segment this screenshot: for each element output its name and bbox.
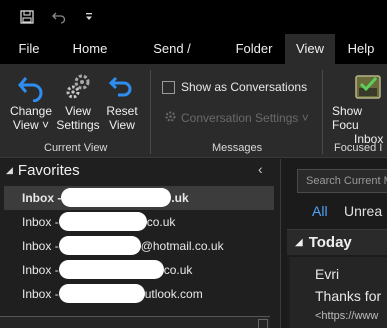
folder-suffix: co.uk [146,215,176,229]
redacted-email [58,212,147,232]
folder-suffix: .uk [171,191,189,205]
reset-view-label: Reset [106,104,138,118]
change-view-button[interactable]: Change View ˅ [6,70,56,132]
folder-inbox-1[interactable]: Inbox - .uk [4,186,274,210]
tab-home[interactable]: Home [64,34,116,64]
folder-suffix: @hotmail.co.uk [140,239,224,253]
favorites-label: Favorites [17,162,80,179]
redacted-email [58,236,141,256]
show-as-conversations-label: Show as Conversations [181,80,308,94]
group-divider [322,70,323,154]
redacted-email [58,260,164,280]
change-view-label-2: View ˅ [12,118,50,132]
conversation-settings-label: Conversation Settings ˅ [181,111,309,125]
tab-folder[interactable]: Folder [228,34,280,64]
checkbox-box[interactable] [162,80,175,94]
filter-all-tab[interactable]: All [312,203,328,219]
collapse-pane-icon[interactable]: ‹ [258,161,263,177]
undo-icon[interactable] [48,6,70,28]
show-focused-inbox-label: Show Focu [332,104,363,132]
folder-suffix: utlook.com [144,287,203,301]
folder-inbox-4[interactable]: Inbox - co.uk [4,258,274,282]
change-view-label: Change [9,104,53,118]
folder-pane-footer [0,316,270,328]
folder-inbox-3[interactable]: Inbox - @hotmail.co.uk [4,234,274,258]
view-settings-button[interactable]: View Settings [54,70,102,132]
redacted-email [58,284,145,304]
folder-prefix: Inbox - [22,191,62,205]
view-settings-label-2: Settings [56,118,100,132]
conversation-settings-icon [164,110,177,126]
customize-quick-access-icon[interactable] [78,6,100,28]
folder-prefix: Inbox - [22,263,59,277]
save-icon[interactable] [16,6,38,28]
folder-inbox-5[interactable]: Inbox - utlook.com [4,282,274,306]
gears-icon [54,70,102,104]
footer-toggle[interactable] [258,319,268,328]
redacted-email [61,188,172,208]
show-as-conversations-checkbox[interactable]: Show as Conversations [162,80,307,94]
message-preview: <https://www [315,310,379,322]
favorites-header[interactable]: ◢ Favorites [6,162,80,179]
focused-inbox-group-label: Focused I [334,142,383,154]
tab-help[interactable]: Help [340,34,382,64]
title-bar [0,0,387,34]
folder-suffix: co.uk [163,263,193,277]
message-subject: Thanks for [315,288,382,304]
folder-prefix: Inbox - [22,239,59,253]
tab-send-receive[interactable]: Send / Receive [128,34,216,86]
conversation-settings-button[interactable]: Conversation Settings ˅ [164,110,309,126]
reset-view-icon [102,70,142,104]
ribbon: Change View ˅ View Settings Reset View C… [0,64,387,158]
mail-list-pane: Search Current M All Unrea ◢ Today Evri … [281,159,387,328]
reset-view-button[interactable]: Reset View [102,70,142,132]
collapse-triangle-icon: ◢ [295,236,303,248]
collapse-triangle-icon: ◢ [6,165,13,175]
folder-inbox-2[interactable]: Inbox - co.uk [4,210,274,234]
message-sender: Evri [315,266,340,282]
messages-group-label: Messages [212,142,263,154]
view-settings-label: View [65,104,91,118]
tab-view[interactable]: View [285,34,335,64]
message-item[interactable]: Evri Thanks for <https://www [287,257,387,328]
search-input[interactable]: Search Current M [297,169,387,193]
focused-inbox-icon [330,70,387,104]
ribbon-tabs: File Home Send / Receive Folder View Hel… [0,34,387,86]
change-view-icon [6,70,56,104]
reset-view-label-2: View [109,118,135,132]
filter-unread-tab[interactable]: Unrea [344,203,382,219]
group-header-label: Today [308,233,352,251]
tab-file[interactable]: File [8,34,50,64]
folder-prefix: Inbox - [22,287,59,301]
group-divider [150,70,151,154]
current-view-group-label: Current View [44,142,108,154]
show-focused-inbox-button[interactable]: Show Focu Inbox [330,70,387,146]
folder-pane: ◢ Favorites ‹ Inbox - .uk Inbox - co.uk … [0,159,280,328]
group-header-today[interactable]: ◢ Today [287,229,387,255]
folder-prefix: Inbox - [22,215,59,229]
